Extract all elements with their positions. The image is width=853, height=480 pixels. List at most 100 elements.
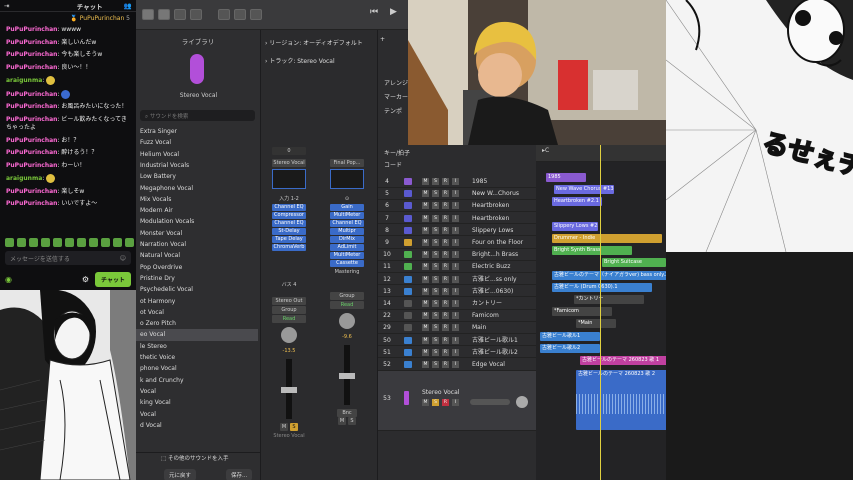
chat-username[interactable]: PuPuPurinchan xyxy=(6,200,57,207)
record-button[interactable]: R xyxy=(442,226,449,234)
region[interactable]: Slippery Lows #2.1 xyxy=(552,221,598,231)
toolbar-icon[interactable] xyxy=(190,9,202,20)
chat-username[interactable]: PuPuPurinchan xyxy=(6,188,57,195)
solo-button[interactable]: S xyxy=(432,251,439,259)
input-monitor-button[interactable]: I xyxy=(452,287,459,295)
volume-fader[interactable] xyxy=(281,359,297,419)
mute-button[interactable]: M xyxy=(422,399,429,407)
mute-button[interactable]: M xyxy=(422,251,429,259)
chat-message[interactable]: araigunma: xyxy=(0,172,136,186)
patch-item[interactable]: Megaphone Vocal xyxy=(136,183,258,194)
track-header[interactable]: 51 M S R I 古雅ビール歌ル2 xyxy=(378,347,536,359)
solo-button[interactable]: S xyxy=(432,300,439,307)
record-button[interactable]: R xyxy=(442,251,449,259)
pan-knob[interactable] xyxy=(339,313,355,329)
track-name[interactable]: 古雅ビール歌ル1 xyxy=(472,335,518,346)
track-volume-slider[interactable] xyxy=(470,399,510,406)
library-toggle-icon[interactable] xyxy=(142,9,154,20)
playhead[interactable] xyxy=(600,145,601,480)
record-button[interactable]: R xyxy=(442,312,449,320)
track-name[interactable]: Electric Buzz xyxy=(472,261,510,272)
patch-item[interactable]: ot Vocal xyxy=(136,307,258,318)
record-button[interactable]: R xyxy=(442,361,449,368)
chat-message[interactable]: PuPuPurinchan: 今も楽しそうw xyxy=(0,49,136,62)
track-name[interactable]: Famicom xyxy=(472,310,499,321)
input-monitor-button[interactable]: I xyxy=(452,361,459,368)
play-icon[interactable]: ▶ xyxy=(390,7,402,18)
mute-button[interactable]: M xyxy=(422,275,429,283)
mute-button[interactable]: M xyxy=(422,336,429,344)
record-button[interactable]: R xyxy=(442,324,449,332)
chat-username[interactable]: PuPuPurinchan xyxy=(6,103,57,110)
pan-knob[interactable] xyxy=(281,327,297,343)
solo-button[interactable]: S xyxy=(432,287,439,295)
inspector-toggle-icon[interactable] xyxy=(158,9,170,20)
patch-item[interactable]: d Vocal xyxy=(136,420,258,431)
record-button[interactable]: R xyxy=(442,214,449,222)
save-button[interactable]: 保存... xyxy=(226,469,253,480)
chat-message[interactable]: PuPuPurinchan: わーい！ xyxy=(0,160,136,173)
chat-message[interactable]: PuPuPurinchan: お！？ xyxy=(0,135,136,148)
input-monitor-button[interactable]: I xyxy=(452,226,459,234)
chat-username[interactable]: araigunma xyxy=(6,77,42,84)
plugin-slot[interactable]: ChromaVerb xyxy=(272,244,306,251)
input-monitor-button[interactable]: I xyxy=(452,348,459,356)
mixer-icon[interactable] xyxy=(218,9,230,20)
patch-item[interactable]: Vocal xyxy=(136,409,258,420)
solo-button[interactable]: S xyxy=(432,399,439,407)
track-header[interactable]: 53 M S R I Stereo Vocal xyxy=(378,371,536,432)
emote-icon[interactable] xyxy=(53,238,62,247)
other-sounds-button[interactable]: ⬚ その他のサウンドを入手 xyxy=(156,452,233,464)
group-button[interactable]: Group xyxy=(330,292,364,300)
record-button[interactable]: R xyxy=(442,399,449,407)
track-pan-knob[interactable] xyxy=(516,396,528,409)
mute-button[interactable]: M xyxy=(422,178,429,185)
solo-button[interactable]: S xyxy=(432,178,439,185)
chat-username[interactable]: PuPuPurinchan xyxy=(6,39,57,46)
eq-display[interactable] xyxy=(330,169,364,189)
rewind-icon[interactable]: ⏮ xyxy=(370,7,382,18)
patch-item[interactable]: Natural Vocal xyxy=(136,250,258,261)
gear-icon[interactable]: ⚙ xyxy=(82,275,89,284)
track-header[interactable]: 52 M S R I Edge Vocal xyxy=(378,359,536,371)
mute-button[interactable]: M xyxy=(422,214,429,222)
mute-button[interactable]: M xyxy=(422,202,429,210)
track-header[interactable]: 13 M S R I 古雅ビ...0630) xyxy=(378,286,536,298)
track-name[interactable]: Edge Vocal xyxy=(472,359,505,370)
region[interactable]: *カントリー xyxy=(574,295,644,304)
input-monitor-button[interactable]: I xyxy=(452,239,459,246)
track-name[interactable]: 古雅ビール歌ル2 xyxy=(472,347,518,358)
region[interactable]: 古雅ビール歌ル2 xyxy=(540,343,600,353)
solo-button[interactable]: S xyxy=(432,348,439,356)
plugin-slot[interactable]: Channel EQ xyxy=(272,220,306,227)
plugin-slot[interactable]: DirMix xyxy=(330,236,364,243)
patch-item[interactable]: le Stereo xyxy=(136,341,258,352)
editor-icon[interactable] xyxy=(250,9,262,20)
mute-button[interactable]: M xyxy=(422,263,429,271)
record-button[interactable]: R xyxy=(442,190,449,198)
arrange-area[interactable]: ▸C 1985 New Wave Chorus #13.1 Heartbroken … xyxy=(536,145,666,480)
input-button[interactable]: 入力 1-2 xyxy=(272,195,306,203)
region[interactable]: 1985 xyxy=(546,173,586,182)
smart-controls-icon[interactable] xyxy=(234,9,246,20)
automation-button[interactable]: Read xyxy=(272,315,306,323)
chat-message[interactable]: araigunma: xyxy=(0,74,136,88)
chat-message[interactable]: PuPuPurinchan: xyxy=(0,88,136,102)
region[interactable]: *Main xyxy=(576,319,616,329)
emote-icon[interactable] xyxy=(125,238,134,247)
track-header[interactable]: 8 M S R I Slippery Lows xyxy=(378,225,536,237)
patch-item[interactable]: Industrial Vocals xyxy=(136,160,258,171)
record-button[interactable]: R xyxy=(442,239,449,246)
track-header[interactable]: 22 M S R I Famicom xyxy=(378,310,536,322)
patch-item[interactable]: Mix Vocals xyxy=(136,194,258,205)
record-button[interactable]: R xyxy=(442,300,449,307)
solo-button[interactable]: S xyxy=(432,275,439,283)
record-button[interactable]: R xyxy=(442,178,449,185)
region[interactable]: Drummer - Indie xyxy=(552,234,662,243)
emote-icon[interactable] xyxy=(89,238,98,247)
volume-value[interactable]: 0 xyxy=(272,147,306,155)
track-header[interactable]: 9 M S R I Four on the Floor xyxy=(378,237,536,249)
mute-button[interactable]: M xyxy=(422,287,429,295)
plugin-slot[interactable]: Channel EQ xyxy=(330,220,364,227)
library-search-input[interactable]: ⌕ サウンドを検索 xyxy=(140,110,255,121)
